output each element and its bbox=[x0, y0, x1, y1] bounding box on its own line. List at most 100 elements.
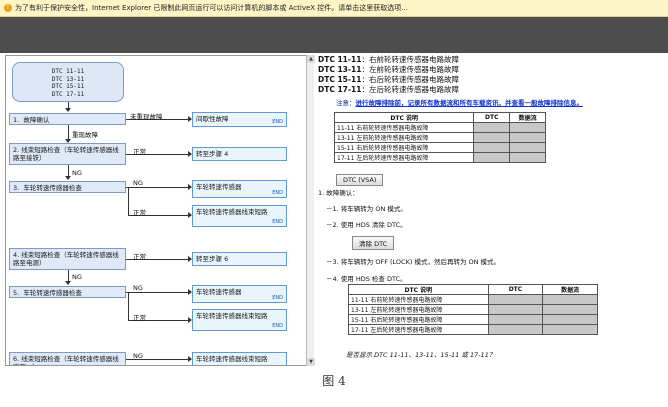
flowchart-pane[interactable]: DTC 11-11 DTC 13-11 DTC 15-11 DTC 17-11 … bbox=[5, 55, 310, 366]
result-label: 车轮转速传感器线束短路 bbox=[196, 355, 268, 363]
step-4-box[interactable]: 4. 线束短路检查（车轮转速传感器线路至电源） bbox=[9, 248, 126, 270]
result-goto-4[interactable]: 转至步骤 4 bbox=[192, 147, 287, 161]
scroll-down-icon[interactable]: ▼ bbox=[307, 358, 315, 366]
figure-caption: 图 4 bbox=[322, 374, 346, 388]
step-num: 1. bbox=[13, 116, 20, 124]
col-header: DTC 说明 bbox=[348, 284, 489, 295]
troubleshooting-link[interactable]: 进行故障排除前，记录所有数据流和所有车载资讯，并查看一般故障排除信息。 bbox=[356, 99, 584, 107]
end-label: END bbox=[272, 189, 283, 196]
table-row: 13-11 左前轮转速传感器电路故障 bbox=[333, 132, 546, 143]
step-label: 线束短路检查（车轮转速传感器线路至...） bbox=[13, 355, 119, 365]
step-2-box[interactable]: 2. 线束短路检查（车轮转速传感器线路至接铁） bbox=[9, 143, 126, 165]
connector bbox=[126, 187, 191, 188]
dtc-table: DTC 说明 DTC 数据流 11-11 右前轮转速传感器电路故障 13-11 … bbox=[333, 112, 546, 163]
link-normal: 正常 bbox=[133, 209, 146, 217]
link-normal: 正常 bbox=[133, 148, 146, 156]
table-row: 11-11 右前轮转速传感器电路故障 bbox=[348, 294, 598, 305]
step-6-box[interactable]: 6. 线束短路检查（车轮转速传感器线路至...） bbox=[9, 352, 126, 365]
substep-3: －3. 将车辆转为 OFF (LOCK) 模式，然后再转为 ON 模式。 bbox=[326, 258, 501, 266]
section-title: 1. 故障确认： bbox=[318, 189, 359, 197]
end-label: END bbox=[272, 294, 283, 301]
table-row: 13-11 左前轮转速传感器电路故障 bbox=[348, 304, 598, 315]
link-ng: NG bbox=[72, 169, 82, 177]
arrow-down-icon bbox=[65, 281, 71, 285]
step-label: 线束短路检查（车轮转速传感器线路至电源） bbox=[13, 251, 119, 268]
substep-4: －4. 使用 HDS 检查 DTC。 bbox=[326, 275, 407, 283]
result-label: 车轮转速传感器线束短路 bbox=[196, 312, 268, 320]
head-code: DTC 11-11 bbox=[51, 68, 85, 75]
link-ng: NG bbox=[72, 273, 82, 281]
col-header: DTC bbox=[487, 284, 544, 295]
note-prefix: 注意： bbox=[336, 99, 356, 107]
table-row: 17-11 左后轮转速传感器电路故障 bbox=[348, 324, 598, 335]
link-not-reproduced: 未重现故障 bbox=[130, 113, 163, 121]
infobar-text: 为了有利于保护安全性，Internet Explorer 已限制此网页运行可以访… bbox=[15, 4, 408, 12]
warning-shield-icon: ! bbox=[4, 4, 12, 12]
arrow-down-icon bbox=[65, 108, 71, 112]
toolbar-area bbox=[0, 17, 668, 53]
link-ng: NG bbox=[133, 179, 143, 187]
result-sensor[interactable]: 车轮转速传感器 END bbox=[192, 180, 287, 198]
head-code: DTC 13-11 bbox=[51, 75, 85, 83]
table-row: 17-11 左后轮转速传感器电路故障 bbox=[333, 152, 546, 163]
flowchart-scrollbar[interactable]: ▲ ▼ bbox=[306, 55, 315, 366]
step-label: 故障确认 bbox=[23, 116, 50, 124]
substep-2: －2. 使用 HDS 清除 DTC。 bbox=[326, 221, 407, 229]
dtc-head-box[interactable]: DTC 11-11 DTC 13-11 DTC 15-11 DTC 17-11 bbox=[12, 62, 124, 102]
arrow-down-icon bbox=[65, 176, 71, 180]
connector bbox=[126, 292, 191, 293]
head-code: DTC 17-11 bbox=[51, 90, 85, 98]
dtc-line: DTC 17-11：左后轮转速传感器电路故障 bbox=[318, 85, 459, 94]
connector bbox=[128, 187, 129, 215]
step-num: 5. bbox=[13, 289, 20, 297]
step-label: 车轮转速传感器检查 bbox=[23, 184, 82, 192]
result-label: 车轮转速传感器 bbox=[196, 288, 242, 296]
result-sensor-short[interactable]: 车轮转速传感器线束短路 END bbox=[192, 309, 287, 331]
col-header: DTC 说明 bbox=[333, 112, 475, 123]
result-label: 车轮转速传感器线束短路 bbox=[196, 208, 268, 216]
result-sensor-short[interactable]: 车轮转速传感器线束短路 bbox=[192, 352, 287, 365]
step-num: 3. bbox=[13, 184, 20, 192]
result-intermittent[interactable]: 间歇性故障 END bbox=[192, 112, 287, 127]
head-code: DTC 15-11 bbox=[51, 83, 85, 90]
result-sensor[interactable]: 车轮转速传感器 END bbox=[192, 285, 287, 303]
end-label: END bbox=[272, 322, 283, 329]
col-header: 数据流 bbox=[509, 112, 546, 123]
clear-dtc-button[interactable]: 清除 DTC bbox=[352, 236, 395, 250]
security-infobar[interactable]: ! 为了有利于保护安全性，Internet Explorer 已限制此网页运行可以… bbox=[0, 0, 668, 17]
dtc-line: DTC 15-11：右后轮转速传感器电路故障 bbox=[318, 75, 459, 84]
substep-1: －1. 将车辆转为 ON 模式。 bbox=[326, 205, 407, 213]
step-label: 线束短路检查（车轮转速传感器线路至接铁） bbox=[13, 146, 119, 163]
step-num: 4. bbox=[13, 251, 20, 259]
scroll-up-icon[interactable]: ▲ bbox=[307, 55, 315, 63]
result-label: 间歇性故障 bbox=[196, 115, 229, 123]
step-1-box[interactable]: 1. 故障确认 bbox=[9, 113, 126, 125]
detail-pane[interactable]: DTC 11-11：右前轮转速传感器电路故障 DTC 13-11：左前轮转速传感… bbox=[316, 55, 664, 366]
step-num: 6. bbox=[13, 355, 20, 363]
table-row: 15-11 右后轮转速传感器电路故障 bbox=[333, 142, 546, 153]
dtc-line: DTC 11-11：右前轮转速传感器电路故障 bbox=[318, 55, 459, 64]
table-row: 11-11 右前轮转速传感器电路故障 bbox=[333, 122, 546, 133]
dtc-vsa-button[interactable]: DTC (VSA) bbox=[336, 174, 384, 186]
footer-question: 是否显示 DTC 11-11、13-11、15-11 或 17-11？ bbox=[346, 351, 496, 359]
result-label: 车轮转速传感器 bbox=[196, 183, 242, 191]
result-label: 转至步骤 6 bbox=[196, 255, 229, 263]
col-header: DTC bbox=[473, 112, 511, 123]
table-row: 15-11 右后轮转速传感器电路故障 bbox=[348, 314, 598, 325]
step-5-box[interactable]: 5. 车轮转速传感器检查 bbox=[9, 286, 126, 298]
note: 注意：进行故障排除前，记录所有数据流和所有车载资讯，并查看一般故障排除信息。 bbox=[336, 97, 664, 107]
dtc-check-table: DTC 说明 DTC 数据流 11-11 右前轮转速传感器电路故障 13-11 … bbox=[348, 284, 598, 335]
step-num: 2. bbox=[13, 146, 20, 154]
step-3-box[interactable]: 3. 车轮转速传感器检查 bbox=[9, 181, 126, 193]
connector bbox=[128, 292, 129, 320]
result-label: 转至步骤 4 bbox=[196, 150, 229, 158]
link-ng: NG bbox=[133, 284, 143, 292]
link-ng: NG bbox=[133, 352, 143, 360]
link-reproduced: 重现故障 bbox=[72, 131, 98, 139]
end-label: END bbox=[272, 118, 283, 125]
link-normal: 正常 bbox=[133, 314, 146, 322]
dtc-line: DTC 13-11：左前轮转速传感器电路故障 bbox=[318, 65, 459, 74]
result-goto-6[interactable]: 转至步骤 6 bbox=[192, 252, 287, 266]
step-label: 车轮转速传感器检查 bbox=[23, 289, 82, 297]
result-sensor-short[interactable]: 车轮转速传感器线束短路 END bbox=[192, 205, 287, 227]
